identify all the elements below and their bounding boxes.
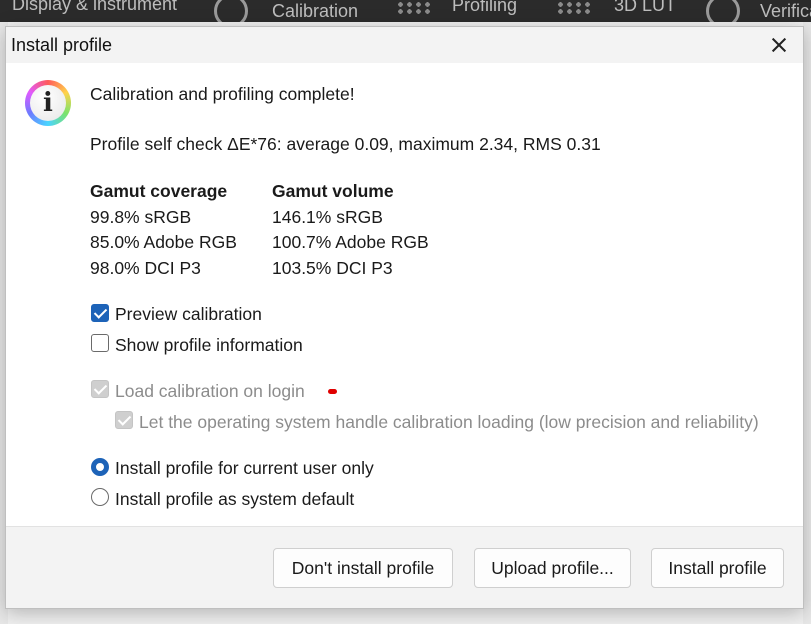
install-system-default-radio[interactable]: [91, 488, 109, 506]
install-current-user-radio[interactable]: [91, 458, 109, 476]
dont-install-profile-button[interactable]: Don't install profile: [273, 548, 453, 588]
tab-profiling[interactable]: Profiling: [396, 0, 517, 16]
install-profile-dialog: Install profile i Calibration and profil…: [5, 26, 804, 609]
dialog-footer: Don't install profile Upload profile... …: [6, 527, 803, 608]
3d-lut-icon: [556, 0, 592, 16]
gamut-volume-value: 146.1% sRGB: [272, 207, 383, 227]
gamut-coverage-value: 99.8% sRGB: [90, 207, 192, 227]
verification-icon: [706, 0, 740, 22]
load-calibration-on-login-label[interactable]: Load calibration on login: [115, 381, 305, 402]
completion-heading: Calibration and profiling complete!: [90, 84, 355, 104]
upload-profile-button[interactable]: Upload profile...: [474, 548, 631, 588]
gamut-volume-value: 100.7% Adobe RGB: [272, 232, 429, 252]
profiling-icon: [396, 0, 432, 16]
tab-3d-lut[interactable]: 3D LUT: [556, 0, 676, 16]
gamut-coverage-header: Gamut coverage: [90, 181, 228, 201]
dialog-titlebar: Install profile: [6, 27, 803, 63]
tab-calibration[interactable]: Calibration: [214, 0, 358, 22]
tab-display-instrument[interactable]: Display & instrument: [12, 0, 177, 15]
dialog-title: Install profile: [11, 35, 113, 55]
background-toolbar: Display & instrument Calibration Profili…: [0, 0, 811, 22]
os-handle-calibration-label[interactable]: Let the operating system handle calibrat…: [139, 412, 759, 433]
preview-calibration-label[interactable]: Preview calibration: [115, 304, 262, 325]
self-check-result: Profile self check ΔE*76: average 0.09, …: [90, 134, 601, 154]
gamut-volume-value: 103.5% DCI P3: [272, 258, 393, 278]
install-system-default-label[interactable]: Install profile as system default: [115, 489, 354, 510]
preview-calibration-checkbox[interactable]: [91, 304, 109, 322]
load-calibration-on-login-checkbox[interactable]: [91, 380, 109, 398]
info-icon: i: [25, 80, 71, 126]
show-profile-information-label[interactable]: Show profile information: [115, 335, 303, 356]
gamut-coverage-value: 98.0% DCI P3: [90, 258, 201, 278]
tab-verification[interactable]: Verification: [706, 0, 811, 22]
os-handle-calibration-checkbox[interactable]: [115, 411, 133, 429]
gamut-volume-header: Gamut volume: [272, 181, 394, 201]
close-icon[interactable]: [763, 29, 795, 61]
calibration-icon: [214, 0, 248, 22]
install-current-user-label[interactable]: Install profile for current user only: [115, 458, 374, 479]
background-panel-right: [803, 22, 811, 624]
install-profile-button[interactable]: Install profile: [651, 548, 784, 588]
gamut-coverage-value: 85.0% Adobe RGB: [90, 232, 237, 252]
annotation-mark: [328, 389, 337, 394]
show-profile-information-checkbox[interactable]: [91, 334, 109, 352]
